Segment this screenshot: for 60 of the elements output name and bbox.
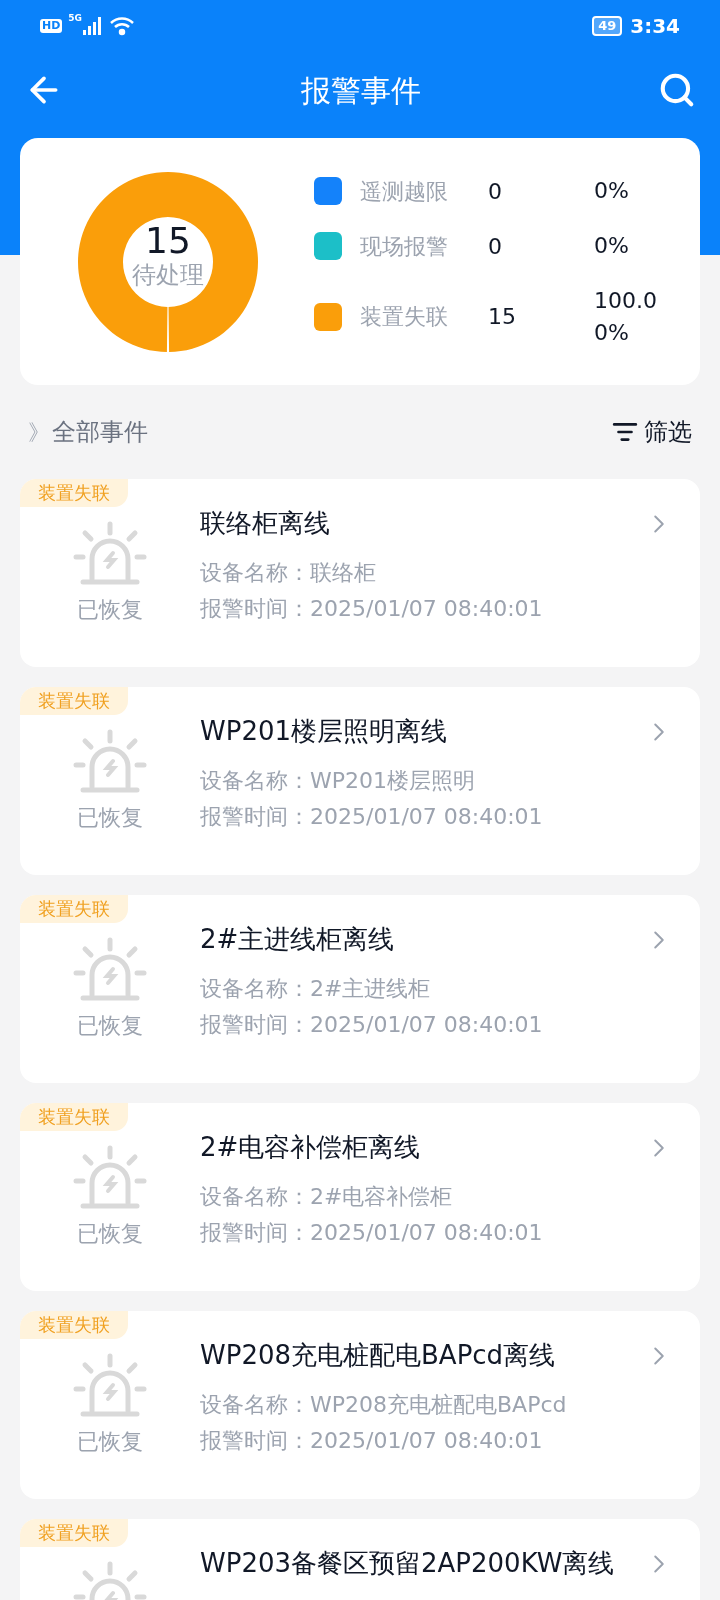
- page-title: 报警事件: [301, 71, 421, 110]
- legend-count: 0: [488, 177, 503, 206]
- pending-count: 15: [145, 220, 191, 261]
- legend-label: 遥测越限: [360, 177, 449, 206]
- event-status: 已恢复: [77, 1428, 143, 1456]
- legend-label: 装置失联: [360, 303, 449, 331]
- event-status: 已恢复: [77, 596, 143, 624]
- device-name: 设备名称：2#电容补偿柜: [200, 1183, 454, 1211]
- clock: 3:34: [630, 13, 680, 40]
- search-button[interactable]: [658, 71, 696, 109]
- event-card[interactable]: 装置失联 已恢复 2#电容补偿柜离线 设备名称：2#电容补偿柜 报警时间：2025/01/07 08:40:01: [20, 1103, 700, 1291]
- legend-percent: 100.00%: [594, 286, 658, 347]
- event-title: WP208充电桩配电BAPcd离线: [200, 1339, 557, 1372]
- network-type: 5G: [68, 12, 82, 25]
- alarm-light-icon: [73, 937, 147, 1003]
- event-title: 2#主进线柜离线: [200, 923, 396, 956]
- event-card[interactable]: 装置失联 已恢复 联络柜离线 设备名称：联络柜 报警时间：2025/01/07 08:40:01: [20, 479, 700, 667]
- device-name: 设备名称：联络柜: [200, 559, 377, 587]
- event-status: 已恢复: [77, 1012, 143, 1040]
- event-type-tag: 装置失联: [20, 687, 128, 715]
- alarm-light-icon: [73, 521, 147, 587]
- alarm-time: 报警时间：2025/01/07 08:40:01: [200, 595, 544, 623]
- device-name: 设备名称：2#主进线柜: [200, 975, 432, 1003]
- legend-label: 现场报警: [360, 232, 449, 261]
- event-title: WP201楼层照明离线: [200, 715, 448, 748]
- pending-label: 待处理: [132, 260, 204, 289]
- signal-icon: [83, 17, 103, 35]
- event-type-tag: 装置失联: [20, 895, 128, 923]
- battery-indicator: 49: [592, 16, 623, 36]
- alarm-time: 报警时间：2025/01/07 08:40:01: [200, 1427, 544, 1455]
- legend-count: 0: [488, 232, 503, 261]
- event-type-tag: 装置失联: [20, 1519, 128, 1547]
- section-mark: 》: [28, 418, 50, 447]
- event-type-tag: 装置失联: [20, 1311, 128, 1339]
- event-card[interactable]: 装置失联 WP203备餐区预留2AP200KW离线: [20, 1519, 700, 1600]
- alarm-light-icon: [73, 1353, 147, 1419]
- filter-button[interactable]: 筛选: [612, 414, 692, 450]
- event-card[interactable]: 装置失联 已恢复 WP208充电桩配电BAPcd离线 设备名称：WP208充电桩配电BAPcd 报警时间：2025/01/07 08:40:01: [20, 1311, 700, 1499]
- event-title: WP203备餐区预留2AP200KW离线: [200, 1547, 616, 1580]
- alarm-time: 报警时间：2025/01/07 08:40:01: [200, 1219, 544, 1247]
- device-name: 设备名称：WP201楼层照明: [200, 767, 476, 795]
- alarm-light-icon: [73, 729, 147, 795]
- event-title: 联络柜离线: [200, 507, 331, 540]
- event-status: 已恢复: [77, 1220, 143, 1248]
- event-card[interactable]: 装置失联 已恢复 2#主进线柜离线 设备名称：2#主进线柜 报警时间：2025/01/07 08:40:01: [20, 895, 700, 1083]
- event-title: 2#电容补偿柜离线: [200, 1131, 422, 1164]
- legend-percent: 0%: [594, 232, 630, 260]
- legend-count: 15: [488, 303, 517, 331]
- event-card[interactable]: 装置失联 已恢复 WP201楼层照明离线 设备名称：WP201楼层照明 报警时间：2025/01/07 08:40:01: [20, 687, 700, 875]
- alarm-time: 报警时间：2025/01/07 08:40:01: [200, 1011, 544, 1039]
- hd-indicator: HD: [40, 19, 63, 33]
- alarm-time: 报警时间：2025/01/07 08:40:01: [200, 803, 544, 831]
- section-title: 全部事件: [52, 417, 148, 448]
- wifi-icon: [109, 16, 135, 36]
- legend-percent: 0%: [594, 177, 630, 205]
- event-type-tag: 装置失联: [20, 479, 128, 507]
- event-type-tag: 装置失联: [20, 1103, 128, 1131]
- event-status: 已恢复: [77, 804, 143, 832]
- alarm-light-icon: [73, 1145, 147, 1211]
- device-name: 设备名称：WP208充电桩配电BAPcd: [200, 1391, 568, 1419]
